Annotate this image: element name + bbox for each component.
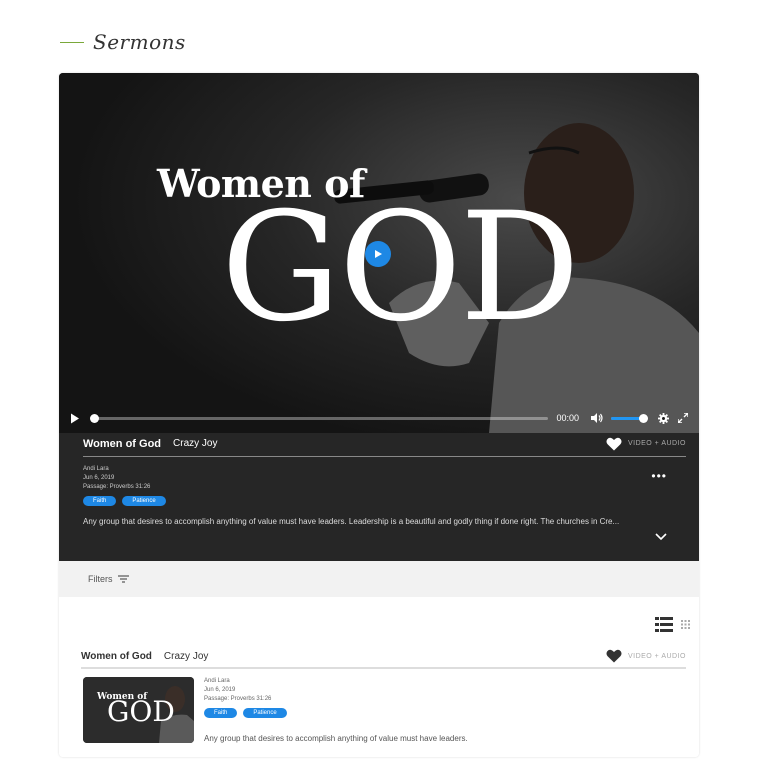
sermon-info: Women of God Crazy Joy VIDEO + AUDIO •••… [59,433,699,561]
filters-button[interactable]: Filters [88,574,113,584]
list-item-date: Jun 6, 2019 [204,687,236,693]
heart-icon[interactable] [606,437,622,451]
list-item-thumbnail[interactable]: Women of GOD [83,677,194,743]
video-player[interactable]: Women of GOD 00:00 [59,73,699,433]
sermon-card: Women of GOD 00:00 Women of God Crazy Jo… [59,73,699,757]
video-title-line2: GOD [221,181,580,355]
list-item-description: Any group that desires to accomplish any… [204,734,468,743]
fullscreen-button[interactable] [675,410,691,426]
play-overlay-button[interactable] [365,241,391,267]
settings-button[interactable] [655,410,671,426]
volume-slider[interactable] [611,413,649,423]
list-item-title[interactable]: Women of God [81,651,152,662]
section-title: Sermons [93,30,186,54]
mute-button[interactable] [589,410,605,426]
settings-icon [657,412,669,424]
filters-bar: Filters [59,561,699,597]
section-divider [60,41,84,43]
media-type-label: VIDEO + AUDIO [627,440,686,447]
sermon-speaker[interactable]: Andi Lara [83,465,686,474]
sermon-description: Any group that desires to accomplish any… [83,517,620,526]
time-display: 00:00 [556,413,579,423]
sermon-date: Jun 6, 2019 [83,475,115,481]
tag-patience[interactable]: Patience [243,708,287,718]
tag-faith[interactable]: Faith [204,708,238,718]
sermon-passage: Passage: Proverbs 31:26 [83,484,151,490]
list-item-tags: Faith Patience [204,708,468,718]
sermon-series[interactable]: Crazy Joy [173,438,217,449]
grid-view-icon[interactable] [681,620,690,629]
volume-icon [591,413,603,423]
filter-icon[interactable] [117,575,129,583]
list-item-passage: Passage: Proverbs 31:26 [204,696,272,702]
view-toggle [655,617,690,632]
thumbnail-title-line2: GOD [107,695,175,728]
play-button[interactable] [67,410,83,426]
list-item-header: Women of God Crazy Joy VIDEO + AUDIO [81,649,686,669]
progress-handle[interactable] [90,413,99,423]
sermon-list: Women of God Crazy Joy VIDEO + AUDIO Wom… [59,597,699,757]
more-options-button[interactable]: ••• [651,469,667,483]
fullscreen-icon [678,413,688,423]
list-item: Women of GOD Andi Lara Jun 6, 2019 Passa… [83,677,686,743]
section-header: Sermons [60,30,186,54]
chevron-down-icon[interactable] [655,533,667,541]
tag-patience[interactable]: Patience [122,496,166,506]
list-view-icon[interactable] [655,617,673,632]
sermon-title[interactable]: Women of God [83,438,161,450]
volume-handle[interactable] [639,413,649,423]
sermon-info-header: Women of God Crazy Joy VIDEO + AUDIO [83,437,686,457]
play-icon [375,250,382,258]
list-item-info: Andi Lara Jun 6, 2019 Passage: Proverbs … [204,677,468,743]
player-controls: 00:00 [59,403,699,433]
list-item-speaker[interactable]: Andi Lara [204,677,468,686]
play-icon [71,413,79,423]
tag-faith[interactable]: Faith [83,496,117,506]
list-item-media-type: VIDEO + AUDIO [627,652,686,660]
heart-icon[interactable] [606,649,622,663]
progress-bar[interactable] [90,413,549,423]
sermon-tags: Faith Patience [83,496,686,506]
list-item-series[interactable]: Crazy Joy [164,651,208,662]
